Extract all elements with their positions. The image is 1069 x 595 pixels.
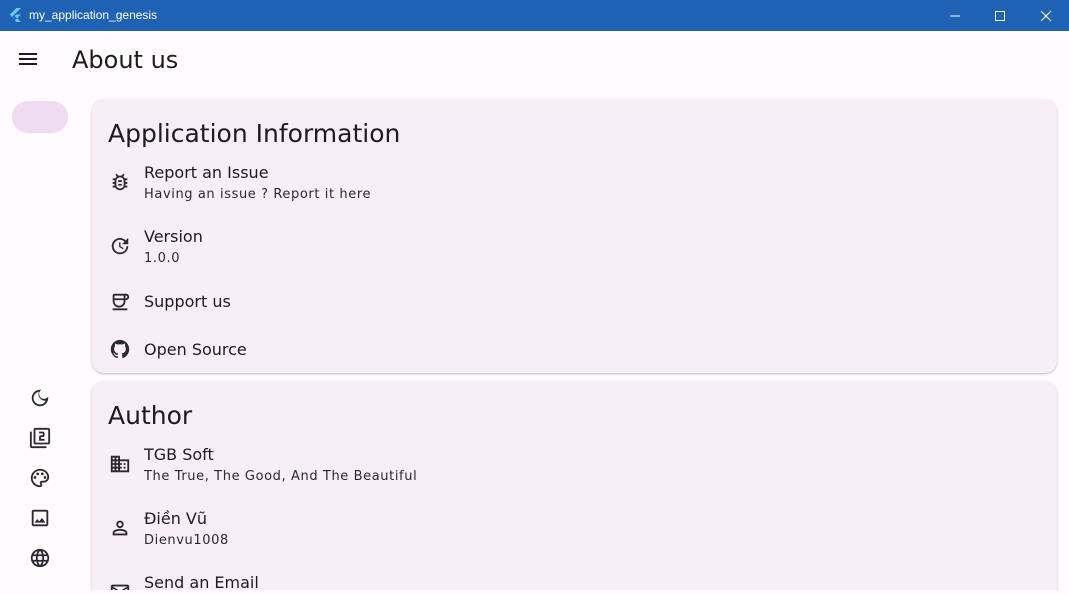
- app-info-card: Application Information Report an Issue …: [92, 99, 1057, 373]
- bug-icon: [108, 170, 132, 194]
- send-email-title: Send an Email: [144, 573, 259, 590]
- open-source-tile[interactable]: Open Source: [92, 336, 1057, 384]
- report-issue-subtitle: Having an issue ? Report it here: [144, 187, 372, 202]
- send-email-tile[interactable]: Send an Email: [92, 570, 1057, 590]
- support-us-title: Support us: [144, 292, 231, 311]
- coffee-icon: [108, 290, 132, 314]
- person-icon: [108, 516, 132, 540]
- tgb-soft-title: TGB Soft: [144, 445, 214, 464]
- support-us-tile[interactable]: Support us: [92, 288, 1057, 336]
- open-source-title: Open Source: [144, 340, 247, 359]
- business-icon: [108, 452, 132, 476]
- version-value: 1.0.0: [144, 251, 181, 266]
- github-icon: [108, 337, 132, 361]
- author-card: Author TGB Soft The True, The Good, And …: [92, 381, 1057, 590]
- author-title: Author: [108, 401, 193, 430]
- author-name: Điền Vũ: [144, 509, 207, 528]
- update-icon: [108, 234, 132, 258]
- author-handle: Dienvu1008: [144, 533, 229, 548]
- email-icon: [108, 580, 132, 590]
- report-issue-title: Report an Issue: [144, 163, 269, 182]
- tgb-soft-subtitle: The True, The Good, And The Beautiful: [144, 469, 418, 484]
- version-tile[interactable]: Version 1.0.0: [92, 224, 1057, 280]
- tgb-soft-tile[interactable]: TGB Soft The True, The Good, And The Bea…: [92, 442, 1057, 498]
- version-title: Version: [144, 227, 203, 246]
- app-info-title: Application Information: [108, 119, 401, 148]
- report-issue-tile[interactable]: Report an Issue Having an issue ? Report…: [92, 160, 1057, 216]
- author-person-tile[interactable]: Điền Vũ Dienvu1008: [92, 506, 1057, 562]
